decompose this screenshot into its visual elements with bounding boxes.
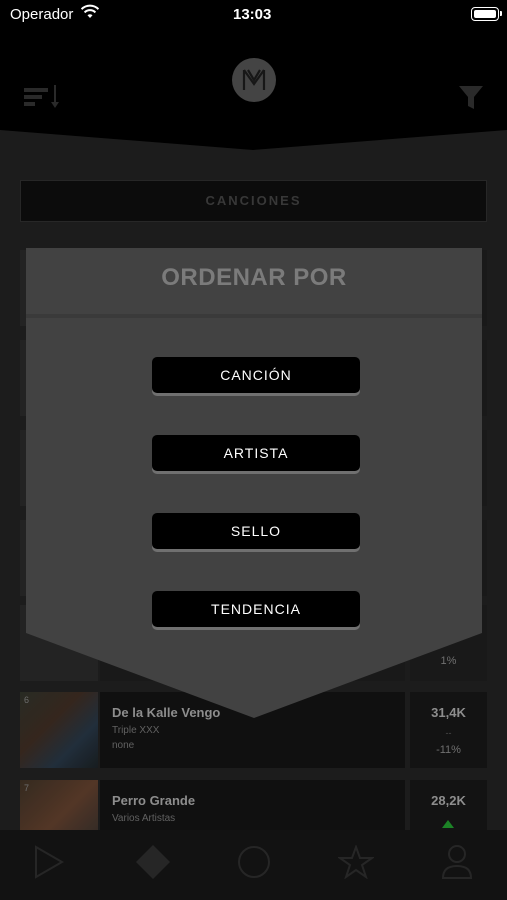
sort-option-sello[interactable]: SELLO	[152, 513, 360, 549]
sort-option-cancion[interactable]: CANCIÓN	[152, 357, 360, 393]
status-bar: Operador 13:03	[0, 0, 507, 30]
modal-background	[26, 248, 482, 718]
carrier-label: Operador	[10, 6, 74, 23]
modal-divider	[26, 314, 482, 318]
sort-modal: ORDENAR POR CANCIÓN ARTISTA SELLO TENDEN…	[26, 248, 482, 718]
clock: 13:03	[233, 6, 272, 23]
modal-title: ORDENAR POR	[161, 264, 347, 291]
battery-icon	[471, 7, 502, 21]
wifi-icon	[80, 4, 100, 18]
sort-option-artista[interactable]: ARTISTA	[152, 435, 360, 471]
sort-option-tendencia[interactable]: TENDENCIA	[152, 591, 360, 627]
